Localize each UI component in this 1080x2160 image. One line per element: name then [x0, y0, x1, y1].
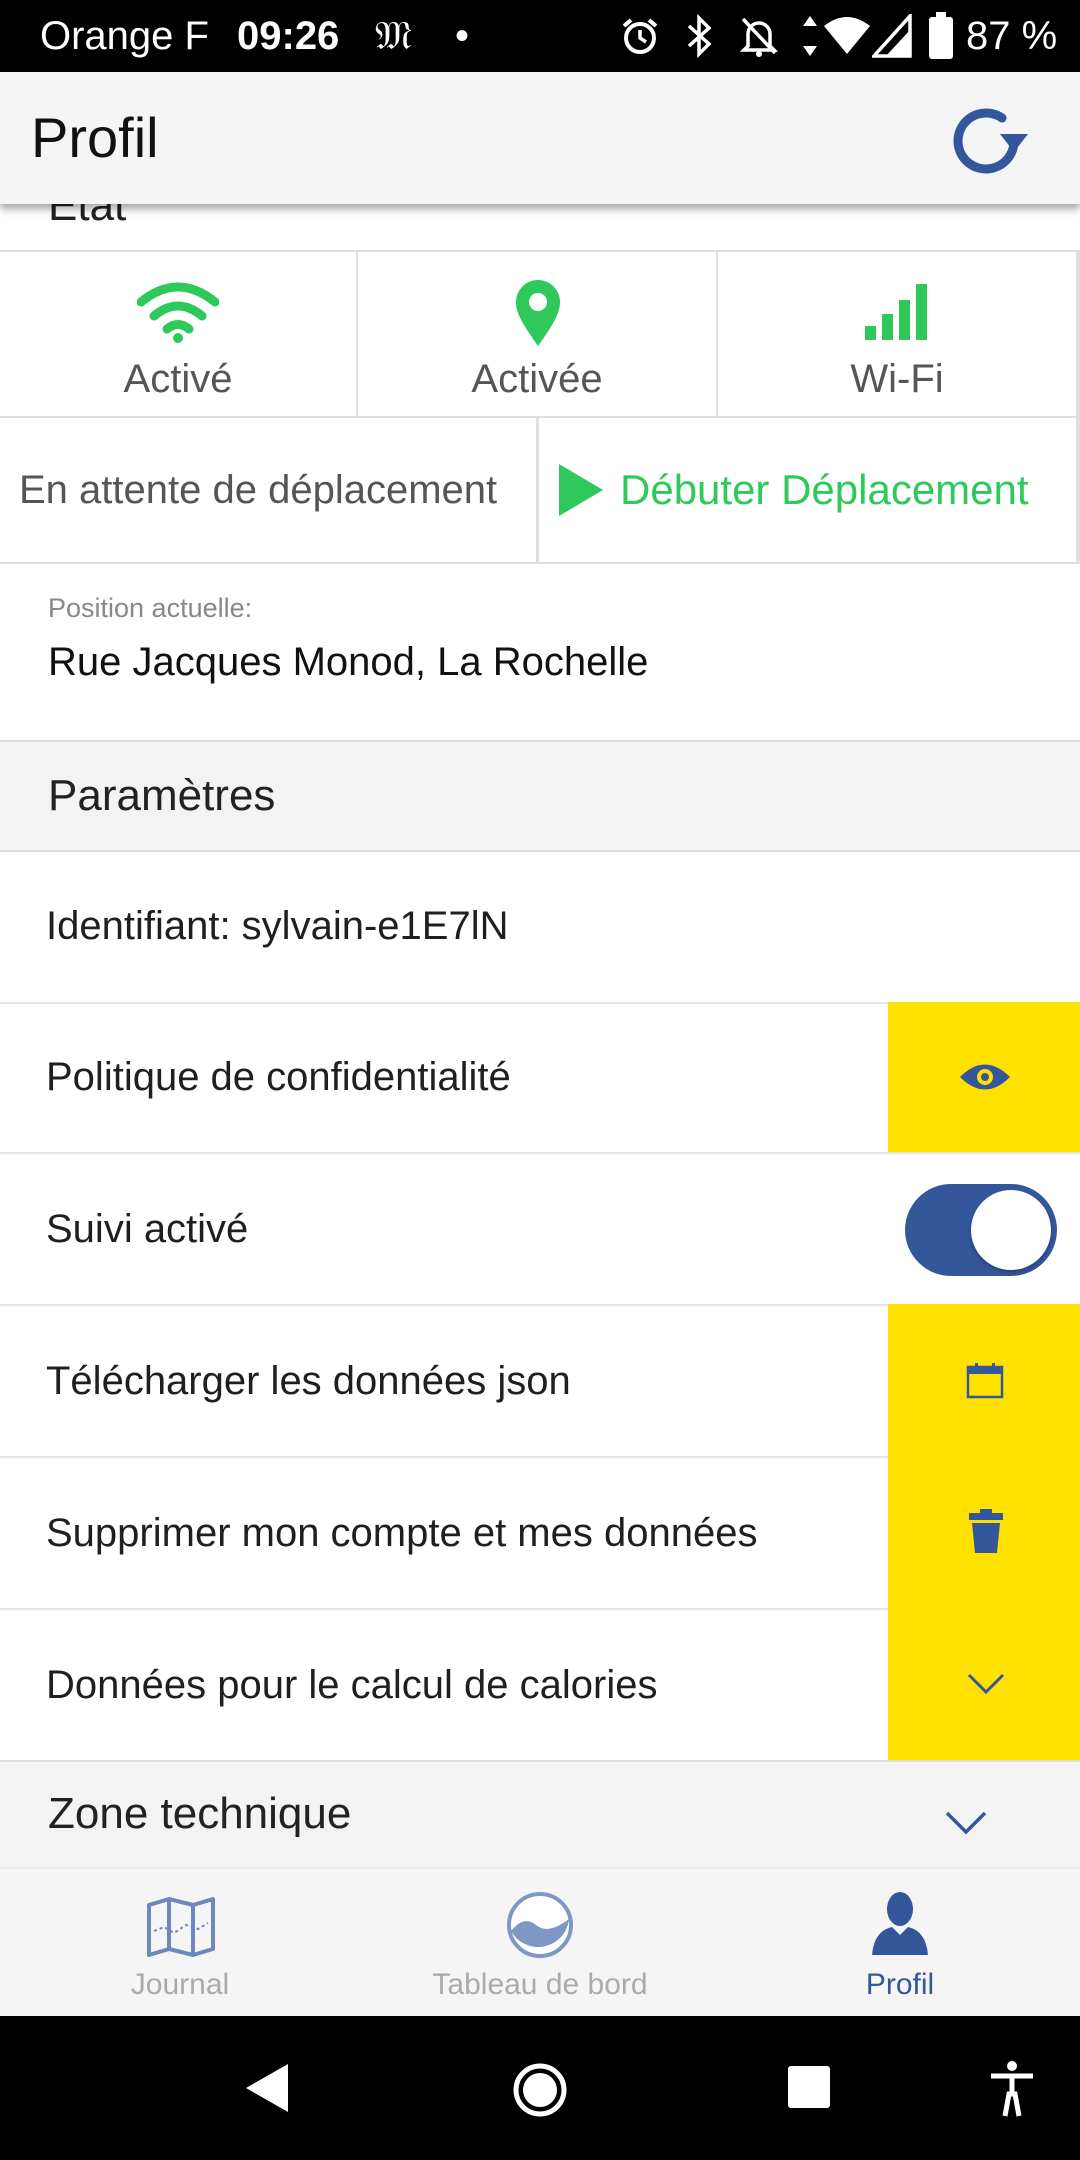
bell-off-icon [739, 17, 779, 57]
network-state-label: Wi-Fi [850, 357, 944, 401]
trip-status-cell: En attente de déplacement [0, 418, 536, 562]
toggle-knob [971, 1190, 1051, 1270]
delete-account-button[interactable] [888, 1456, 1080, 1608]
chevron-down-icon [945, 1811, 987, 1835]
play-icon [559, 464, 603, 516]
location-pin-icon [516, 280, 560, 346]
location-state-label: Activée [471, 357, 603, 401]
identifier-text: Identifiant: sylvain-e1E7lN [46, 904, 509, 948]
signal-bars-icon [865, 284, 927, 340]
dashboard-icon [507, 1892, 573, 1958]
back-icon[interactable] [244, 2062, 290, 2114]
battery-icon [929, 12, 953, 59]
view-privacy-button[interactable] [888, 1002, 1080, 1152]
chevron-down-icon [967, 1673, 1005, 1695]
expand-calories-button[interactable] [888, 1608, 1080, 1760]
clock: 09:26 [237, 14, 340, 58]
bottom-navigation: Journal Tableau de bord Profil [0, 1867, 1080, 2016]
alarm-icon [622, 18, 658, 54]
trip-row: En attente de déplacement Débuter Déplac… [0, 416, 1080, 564]
trash-icon [969, 1509, 1003, 1553]
tracking-toggle[interactable] [905, 1184, 1057, 1276]
trip-status-text: En attente de déplacement [19, 468, 498, 512]
recents-icon[interactable] [786, 2064, 832, 2110]
nav-label-journal: Journal [130, 1968, 230, 2001]
identifier-row: Identifiant: sylvain-e1E7lN [0, 852, 1080, 1002]
state-grid: Activé Activée Wi-Fi [0, 250, 1080, 418]
download-json-button[interactable] [888, 1304, 1080, 1456]
app-notification-icon: 𝔐 [375, 13, 412, 59]
start-trip-button[interactable]: Débuter Déplacement [539, 418, 1076, 562]
user-icon [872, 1892, 928, 1955]
settings-title: Paramètres [48, 771, 276, 820]
wifi-icon [137, 282, 219, 343]
network-state-cell: Wi-Fi [718, 252, 1076, 416]
download-json-row: Télécharger les données json [0, 1304, 1080, 1456]
calories-data-label: Données pour le calcul de calories [46, 1663, 658, 1707]
tracking-row: Suivi activé [0, 1152, 1080, 1304]
privacy-policy-label: Politique de confidentialité [46, 1055, 511, 1099]
location-state-cell: Activée [358, 252, 716, 416]
wifi-state-cell: Activé [0, 252, 356, 416]
nav-label-profil: Profil [865, 1968, 935, 2001]
delete-account-label: Supprimer mon compte et mes données [46, 1511, 758, 1555]
system-navigation-bar [0, 2016, 1080, 2160]
app-header: Profil [0, 72, 1080, 204]
notification-dot: • [455, 14, 470, 58]
tracking-label: Suivi activé [46, 1207, 249, 1251]
cell-signal-icon [872, 14, 912, 58]
delete-account-row: Supprimer mon compte et mes données [0, 1456, 1080, 1608]
status-bar: Orange F 09:26 𝔐 • 87 % [0, 0, 1080, 72]
nav-item-profil[interactable]: Profil [800, 1869, 1000, 2016]
current-position: Position actuelle: Rue Jacques Monod, La… [0, 564, 1080, 740]
calories-data-row: Données pour le calcul de calories [0, 1608, 1080, 1760]
wifi-status-icon [824, 17, 870, 54]
home-icon[interactable] [512, 2062, 568, 2118]
accessibility-icon[interactable] [988, 2060, 1036, 2118]
nav-item-dashboard[interactable]: Tableau de bord [420, 1869, 660, 2016]
download-json-label: Télécharger les données json [46, 1359, 571, 1403]
position-label: Position actuelle: [48, 593, 253, 623]
calendar-icon [966, 1363, 1004, 1399]
bluetooth-icon [687, 14, 712, 58]
technical-zone-title: Zone technique [48, 1789, 352, 1838]
carrier-name: Orange F [40, 14, 209, 58]
eye-icon [960, 1064, 1010, 1090]
page-title: Profil [31, 106, 159, 169]
battery-percent: 87 % [966, 14, 1058, 58]
nav-label-dashboard: Tableau de bord [432, 1968, 648, 2001]
wifi-state-label: Activé [123, 357, 233, 401]
nav-item-journal[interactable]: Journal [80, 1869, 280, 2016]
technical-zone-header[interactable]: Zone technique [0, 1760, 1080, 1867]
data-transfer-icon [803, 16, 817, 56]
map-icon [147, 1897, 215, 1957]
refresh-icon[interactable] [944, 108, 1030, 174]
position-value: Rue Jacques Monod, La Rochelle [48, 640, 649, 684]
privacy-policy-row: Politique de confidentialité [0, 1002, 1080, 1152]
start-trip-label: Débuter Déplacement [620, 466, 1029, 513]
settings-section-header: Paramètres [0, 740, 1080, 852]
